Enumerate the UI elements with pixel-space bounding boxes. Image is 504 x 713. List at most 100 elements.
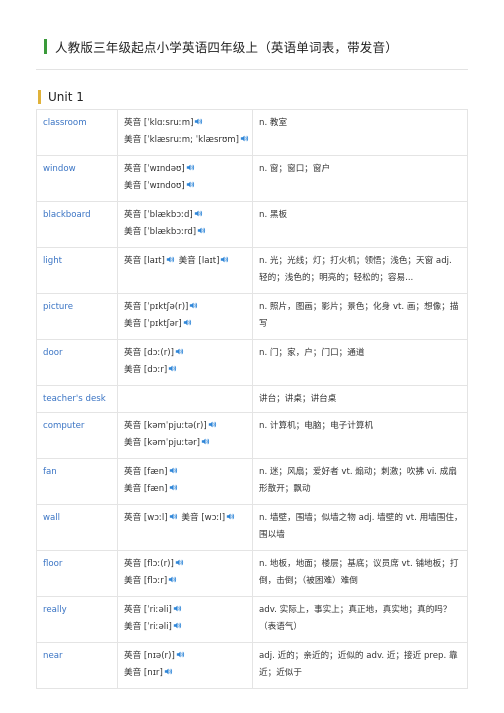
speaker-icon[interactable] [208,420,218,429]
word-cell: really [36,596,118,643]
speaker-icon[interactable] [194,209,204,218]
meaning-text: n. 教室 [259,118,288,128]
vocabulary-table: classroom 英音 [ˈklɑːsruːm] 美音 [ˈklæsruːm; ˈ… [36,109,468,689]
phonetic-text: 美音 [fæn] [124,484,168,494]
meaning-cell: adj. 近的；亲近的；近似的 adv. 近；接近 prep. 靠近；近似于 [252,642,468,689]
word-cell: floor [36,550,118,597]
word-cell: fan [36,458,118,505]
phonetic-text: 美音 [ˈriːəli] [124,622,172,632]
meaning-cell: adv. 实际上，事实上；真正地，真实地；真的吗？（表语气） [252,596,468,643]
phonetic-text: 英音 [fæn] [124,467,168,477]
speaker-icon[interactable] [173,621,183,630]
meaning-text: n. 窗；窗口；窗户 [259,164,331,174]
pronunciation-cell: 英音 [ˈklɑːsruːm] 美音 [ˈklæsruːm; ˈklæsrʊm] [117,109,253,156]
pronunciation-cell: 英音 [kəmˈpjuːtə(r)] 美音 [kəmˈpjuːtər] [117,412,253,459]
meaning-text: n. 门；家，户；门口；通道 [259,348,365,358]
vocabulary-table-body: classroom 英音 [ˈklɑːsruːm] 美音 [ˈklæsruːm; ˈ… [36,109,468,689]
speaker-icon[interactable] [176,650,186,659]
pronunciation-line: 美音 [ˈblækbɔːrd] [124,224,248,241]
phonetic-text: 英音 [flɔː(r)] [124,559,174,569]
speaker-icon[interactable] [175,558,185,567]
table-row: computer 英音 [kəmˈpjuːtə(r)] 美音 [kəmˈpjuːtə… [36,412,468,459]
pronunciation-line: 英音 [ˈwɪndəʊ] [124,161,248,178]
word-cell: light [36,247,118,294]
phonetic-text: 英音 [ˈwɪndəʊ] [124,164,185,174]
meaning-text: n. 墙壁，围墙；似墙之物 adj. 墙壁的 vt. 用墙围住，围以墙 [259,513,463,540]
phonetic-text: 美音 [laɪt] [178,256,220,266]
table-row: really 英音 [ˈriːəli] 美音 [ˈriːəli] adv. 实际上，事… [36,596,468,643]
meaning-text: 讲台；讲桌；讲台桌 [259,394,337,404]
pronunciation-cell: 英音 [laɪt] 美音 [laɪt] [117,247,253,294]
pronunciation-line: 美音 [kəmˈpjuːtər] [124,435,248,452]
pronunciation-cell: 英音 [fæn] 美音 [fæn] [117,458,253,505]
phonetic-text: 英音 [kəmˈpjuːtə(r)] [124,421,207,431]
pronunciation-line: 美音 [dɔːr] [124,362,248,379]
meaning-cell: n. 计算机；电脑；电子计算机 [252,412,468,459]
pronunciation-line: 英音 [laɪt] 美音 [laɪt] [124,253,248,270]
speaker-icon[interactable] [240,134,250,143]
speaker-icon[interactable] [186,163,196,172]
word-cell: window [36,155,118,202]
pronunciation-line: 英音 [fæn] [124,464,248,481]
phonetic-text: 英音 [ˈpɪktʃə(r)] [124,302,189,312]
title-divider [36,69,468,70]
phonetic-text: 英音 [ˈklɑːsruːm] [124,118,194,128]
speaker-icon[interactable] [169,512,179,521]
meaning-cell: n. 教室 [252,109,468,156]
speaker-icon[interactable] [201,437,211,446]
meaning-cell: n. 照片，图画；影片；景色；化身 vt. 画；想像；描写 [252,293,468,340]
document-title: 人教版三年级起点小学英语四年级上（英语单词表，带发音） [44,38,398,55]
table-row: wall 英音 [wɔːl] 美音 [wɔːl] n. 墙壁，围墙；似墙之物 adj… [36,504,468,551]
speaker-icon[interactable] [168,575,178,584]
pronunciation-line: 英音 [ˈriːəli] [124,602,248,619]
word-cell: classroom [36,109,118,156]
pronunciation-line: 英音 [ˈblækbɔːd] [124,207,248,224]
speaker-icon[interactable] [226,512,236,521]
pronunciation-line: 英音 [wɔːl] 美音 [wɔːl] [124,510,248,527]
table-row: classroom 英音 [ˈklɑːsruːm] 美音 [ˈklæsruːm; ˈ… [36,109,468,156]
meaning-text: n. 黑板 [259,210,288,220]
pronunciation-line: 美音 [ˈpɪktʃər] [124,316,248,333]
table-row: window 英音 [ˈwɪndəʊ] 美音 [ˈwɪndoʊ] n. 窗；窗口；窗户 [36,155,468,202]
pronunciation-line: 英音 [nɪə(r)] [124,648,248,665]
phonetic-text: 美音 [ˈklæsruːm; ˈklæsrʊm] [124,135,239,145]
phonetic-text: 英音 [ˈriːəli] [124,605,172,615]
phonetic-text: 美音 [ˈwɪndoʊ] [124,181,185,191]
meaning-cell: n. 光；光线；灯；打火机；领悟；浅色；天窗 adj. 轻的；浅色的；明亮的；轻… [252,247,468,294]
meaning-cell: n. 黑板 [252,201,468,248]
meaning-cell: n. 迷；风扇；爱好者 vt. 煽动；刺激；吹拂 vi. 成扇形散开；飘动 [252,458,468,505]
pronunciation-line: 英音 [dɔː(r)] [124,345,248,362]
meaning-text: n. 照片，图画；影片；景色；化身 vt. 画；想像；描写 [259,302,459,329]
meaning-text: adj. 近的；亲近的；近似的 adv. 近；接近 prep. 靠近；近似于 [259,651,458,678]
word-cell: blackboard [36,201,118,248]
unit-heading-text: Unit 1 [48,90,84,104]
table-row: fan 英音 [fæn] 美音 [fæn] n. 迷；风扇；爱好者 vt. 煽动；刺激… [36,458,468,505]
unit-heading: Unit 1 [38,89,84,105]
speaker-icon[interactable] [220,255,230,264]
title-accent-bar [44,38,47,54]
speaker-icon[interactable] [186,180,196,189]
speaker-icon[interactable] [169,483,179,492]
speaker-icon[interactable] [183,318,193,327]
meaning-text: n. 计算机；电脑；电子计算机 [259,421,374,431]
speaker-icon[interactable] [164,667,174,676]
table-row: light 英音 [laɪt] 美音 [laɪt] n. 光；光线；灯；打火机；领悟… [36,247,468,294]
speaker-icon[interactable] [197,226,207,235]
speaker-icon[interactable] [168,364,178,373]
pronunciation-line: 英音 [kəmˈpjuːtə(r)] [124,418,248,435]
pronunciation-cell [117,385,253,413]
pronunciation-cell: 英音 [flɔː(r)] 美音 [flɔːr] [117,550,253,597]
speaker-icon[interactable] [194,117,204,126]
unit-accent-bar [38,90,41,104]
pronunciation-line: 美音 [ˈwɪndoʊ] [124,178,248,195]
pronunciation-line: 英音 [ˈpɪktʃə(r)] [124,299,248,316]
phonetic-text: 美音 [flɔːr] [124,576,168,586]
meaning-text: n. 地板，地面；楼层；基底；议员席 vt. 铺地板；打倒，击倒；（被困难）难倒 [259,559,459,586]
speaker-icon[interactable] [166,255,176,264]
speaker-icon[interactable] [169,466,179,475]
speaker-icon[interactable] [173,604,183,613]
pronunciation-cell: 英音 [dɔː(r)] 美音 [dɔːr] [117,339,253,386]
meaning-cell: 讲台；讲桌；讲台桌 [252,385,468,413]
speaker-icon[interactable] [175,347,185,356]
speaker-icon[interactable] [189,301,199,310]
